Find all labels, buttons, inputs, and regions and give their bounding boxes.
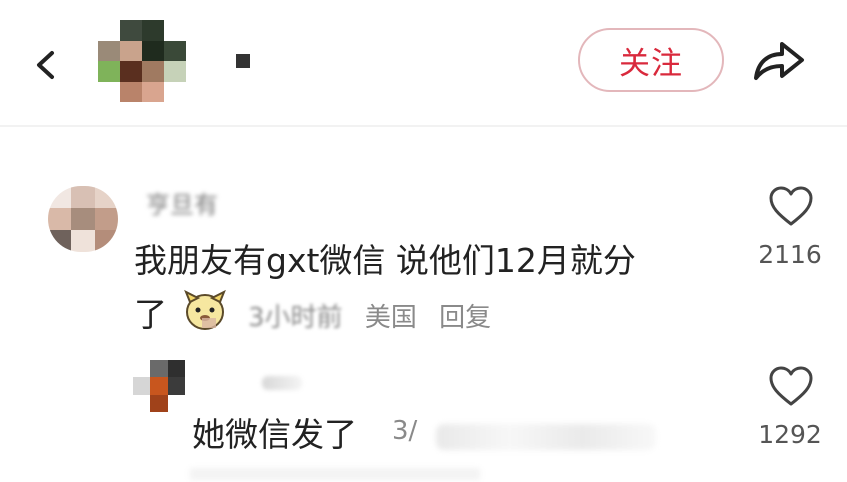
comment-text-line2: 了 [134, 295, 167, 334]
comment-text-line2-row: 了 3小时前 美国 回复 [134, 288, 734, 345]
commenter-avatar[interactable] [48, 186, 118, 252]
next-comment-obscured [190, 468, 480, 480]
comment-location: 美国 [364, 303, 417, 333]
reply-username-obscured[interactable] [262, 376, 302, 390]
heart-icon[interactable] [768, 186, 814, 228]
reply-comment-text: 她微信发了 [192, 415, 357, 454]
reply-comment-time: 3/ [392, 416, 418, 446]
follow-button[interactable]: 关注 [578, 28, 724, 92]
heart-icon[interactable] [768, 366, 814, 408]
header-divider [0, 125, 847, 127]
comment-time: 3小时前 [248, 303, 343, 333]
like-count: 2116 [758, 240, 822, 269]
reply-meta-obscured [436, 424, 656, 450]
reply-commenter-avatar[interactable] [133, 360, 185, 412]
author-avatar[interactable] [98, 20, 186, 102]
author-name-obscured [236, 54, 250, 68]
comment-meta: 3小时前 美国 回复 [238, 303, 491, 333]
dog-sticker-icon [182, 288, 228, 332]
like-count: 1292 [758, 420, 822, 449]
reply-button[interactable]: 回复 [439, 303, 491, 333]
chevron-left-icon[interactable] [30, 48, 64, 82]
share-arrow-icon[interactable] [750, 34, 808, 84]
comment-text-line1: 我朋友有gxt微信 说他们12月就分 [134, 241, 636, 280]
comment-text: 我朋友有gxt微信 说他们12月就分 了 3小时前 美国 回复 [134, 234, 734, 345]
commenter-username[interactable]: 亨旦有 [146, 185, 218, 220]
